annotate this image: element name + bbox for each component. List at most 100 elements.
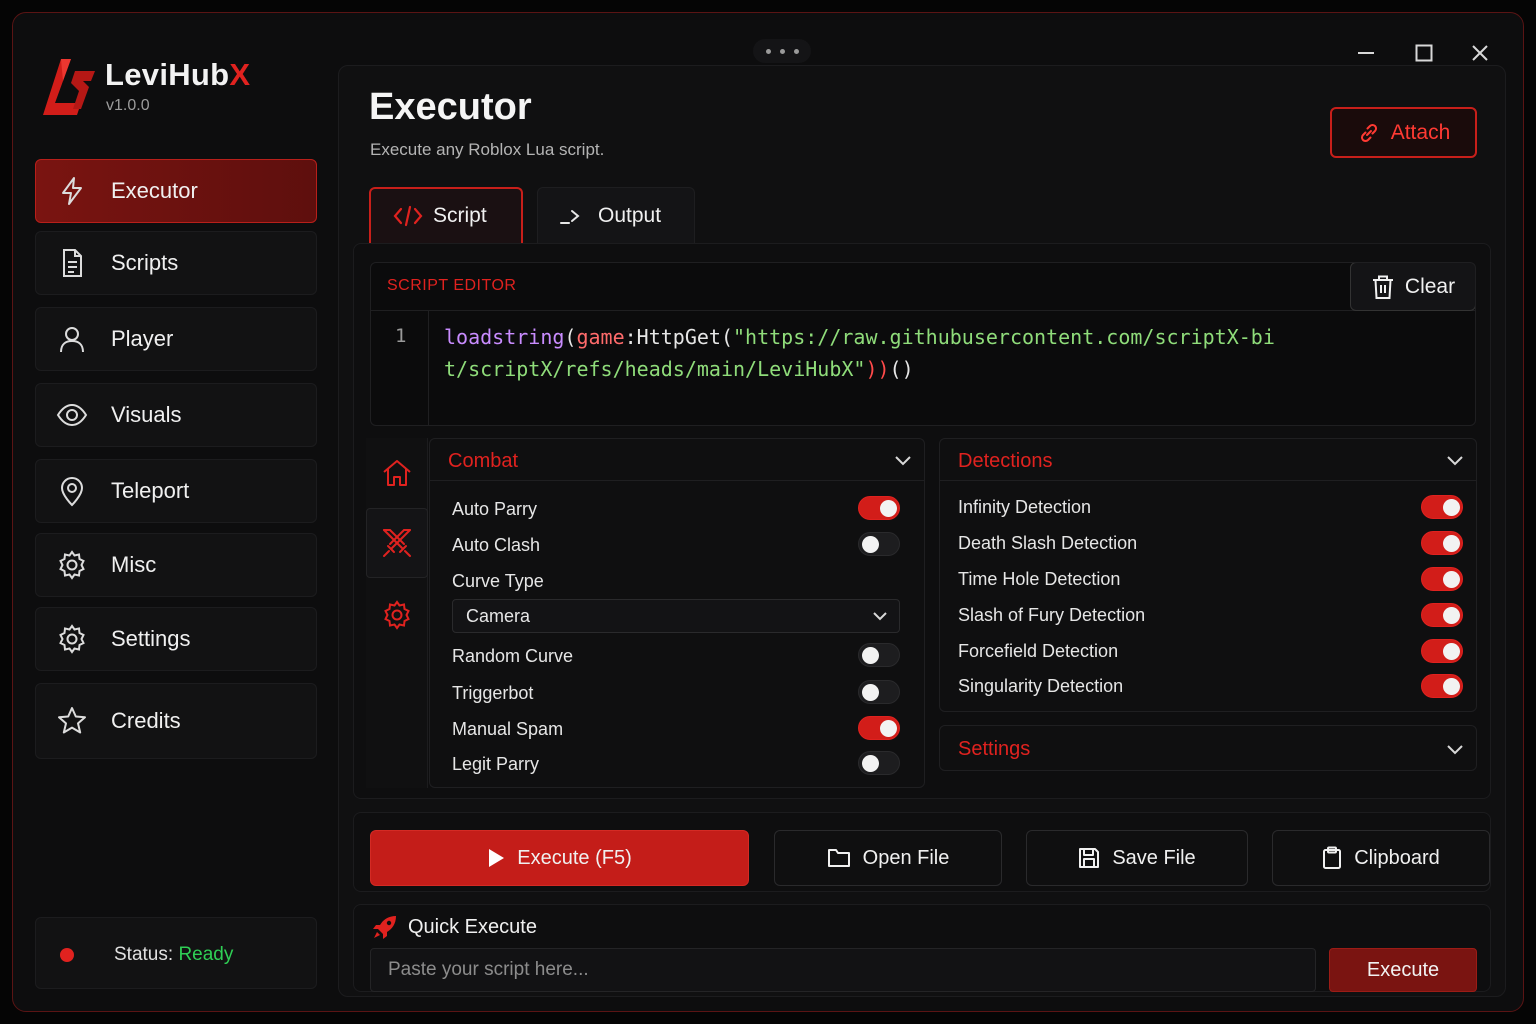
auto-clash-toggle[interactable] (858, 532, 900, 556)
clipboard-button[interactable]: Clipboard (1272, 830, 1490, 886)
mini-nav (366, 438, 428, 788)
folder-icon (827, 849, 850, 867)
code-icon (393, 205, 423, 227)
quick-execute-label: Quick Execute (408, 916, 537, 938)
combat-header[interactable]: Combat (430, 439, 924, 481)
status-text: Status: Ready (114, 944, 234, 965)
sidebar-item-settings[interactable]: Settings (35, 607, 317, 671)
script-editor[interactable]: SCRIPT EDITOR Clear 1 loadstring(game:Ht… (370, 262, 1476, 426)
minimize-icon (1358, 52, 1374, 54)
chevron-down-icon (1447, 456, 1463, 466)
gear-icon (59, 550, 85, 580)
user-icon (60, 327, 84, 353)
gear-icon (59, 624, 85, 654)
gear-icon (384, 600, 410, 630)
quick-execute-button[interactable]: Execute (1329, 948, 1477, 992)
drag-handle[interactable] (753, 39, 811, 63)
sidebar-item-visuals[interactable]: Visuals (35, 383, 317, 447)
code-text[interactable]: loadstring(game:HttpGet("https://raw.git… (444, 321, 1284, 385)
quick-execute-input[interactable] (370, 948, 1316, 992)
quick-execute-panel: Quick Execute Execute (353, 904, 1491, 992)
tab-script[interactable]: Script (369, 187, 523, 243)
tab-output[interactable]: Output (537, 187, 695, 243)
detections-header[interactable]: Detections (940, 439, 1476, 481)
random-curve-label: Random Curve (452, 646, 574, 666)
status-panel: Status: Ready (35, 917, 317, 989)
auto-parry-label: Auto Parry (452, 499, 538, 519)
settings-panel[interactable]: Settings (939, 725, 1477, 771)
infinity-detection-toggle[interactable] (1421, 495, 1463, 519)
app-name: LeviHubX (105, 57, 251, 92)
manual-spam-toggle[interactable] (858, 716, 900, 740)
triggerbot-label: Triggerbot (452, 683, 534, 703)
sidebar-item-player[interactable]: Player (35, 307, 317, 371)
forcefield-detection-label: Forcefield Detection (958, 641, 1119, 661)
detections-panel: Detections Infinity Detection Death Slas… (939, 438, 1477, 712)
settings-panel-title: Settings (958, 738, 1031, 760)
sidebar-item-label: Executor (111, 178, 198, 203)
combat-title: Combat (448, 450, 519, 472)
sidebar-item-label: Visuals (111, 402, 182, 427)
death-slash-detection-toggle[interactable] (1421, 531, 1463, 555)
app-window: LeviHubX v1.0.0 Executor Scripts Player … (12, 12, 1524, 1012)
curve-type-label: Curve Type (452, 571, 544, 591)
sidebar-item-label: Credits (111, 708, 181, 733)
sidebar-item-label: Settings (111, 626, 191, 651)
open-file-button[interactable]: Open File (774, 830, 1002, 886)
play-icon (489, 849, 505, 867)
chevron-down-icon (873, 612, 887, 621)
manual-spam-label: Manual Spam (452, 719, 564, 739)
death-slash-detection-label: Death Slash Detection (958, 533, 1138, 553)
line-number: 1 (395, 325, 407, 347)
auto-clash-label: Auto Clash (452, 535, 541, 555)
crossed-swords-icon (383, 529, 411, 557)
chevron-down-icon (1447, 745, 1463, 755)
eye-icon (56, 403, 88, 427)
sidebar-item-credits[interactable]: Credits (35, 683, 317, 759)
document-icon (63, 249, 82, 277)
auto-parry-toggle[interactable] (858, 496, 900, 520)
maximize-icon (1415, 44, 1433, 62)
clipboard-icon (1323, 846, 1342, 869)
clear-button[interactable]: Clear (1350, 263, 1475, 311)
page-subtitle: Execute any Roblox Lua script. (370, 140, 605, 159)
detections-title: Detections (958, 450, 1053, 472)
trash-icon (1372, 275, 1393, 299)
save-file-button[interactable]: Save File (1026, 830, 1248, 886)
save-icon (1079, 848, 1100, 868)
sidebar-item-scripts[interactable]: Scripts (35, 231, 317, 295)
script-content: SCRIPT EDITOR Clear 1 loadstring(game:Ht… (353, 243, 1491, 799)
mini-nav-combat[interactable] (366, 508, 428, 578)
app-version: v1.0.0 (106, 97, 150, 114)
infinity-detection-label: Infinity Detection (958, 497, 1092, 517)
main-panel: Executor Execute any Roblox Lua script. … (338, 65, 1506, 997)
curve-type-value: Camera (466, 606, 531, 626)
mini-nav-home[interactable] (366, 438, 428, 508)
attach-button[interactable]: Attach (1330, 107, 1477, 158)
sidebar-item-label: Teleport (111, 478, 190, 503)
map-pin-icon (60, 477, 84, 507)
lightning-icon (62, 177, 82, 205)
sidebar-item-label: Scripts (111, 250, 179, 275)
forcefield-detection-toggle[interactable] (1421, 639, 1463, 663)
sidebar-item-teleport[interactable]: Teleport (35, 459, 317, 523)
sidebar-item-executor[interactable]: Executor (35, 159, 317, 223)
execute-button[interactable]: Execute (F5) (370, 830, 749, 886)
time-hole-detection-toggle[interactable] (1421, 567, 1463, 591)
mini-nav-settings[interactable] (366, 580, 428, 650)
legit-parry-toggle[interactable] (858, 751, 900, 775)
link-icon (1360, 123, 1377, 142)
time-hole-detection-label: Time Hole Detection (958, 569, 1121, 589)
legit-parry-label: Legit Parry (452, 754, 540, 774)
line-gutter: 1 (371, 311, 429, 425)
singularity-detection-toggle[interactable] (1421, 674, 1463, 698)
random-curve-toggle[interactable] (858, 643, 900, 667)
triggerbot-toggle[interactable] (858, 680, 900, 704)
slash-of-fury-detection-label: Slash of Fury Detection (958, 605, 1146, 625)
sidebar-item-label: Player (111, 326, 174, 351)
page-title: Executor (369, 86, 532, 128)
status-value: Ready (178, 944, 234, 965)
slash-of-fury-detection-toggle[interactable] (1421, 603, 1463, 627)
sidebar-item-misc[interactable]: Misc (35, 533, 317, 597)
curve-type-select[interactable]: Camera (452, 599, 900, 633)
